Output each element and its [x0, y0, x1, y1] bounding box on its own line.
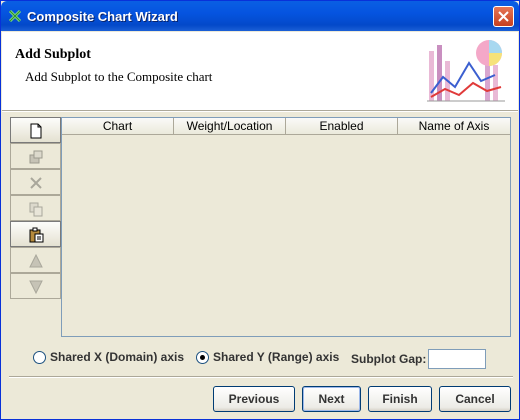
subplot-table[interactable]: Chart Weight/Location Enabled Name of Ax… [61, 117, 511, 337]
copy-button[interactable] [10, 195, 61, 221]
previous-button[interactable]: Previous [213, 386, 295, 412]
new-document-icon [30, 123, 42, 139]
column-header-enabled[interactable]: Enabled [286, 118, 398, 135]
header-separator [2, 110, 518, 112]
properties-button[interactable] [10, 143, 61, 169]
column-header-name-of-axis[interactable]: Name of Axis [398, 118, 510, 135]
copy-icon [29, 202, 43, 217]
cancel-button[interactable]: Cancel [439, 386, 511, 412]
paste-icon [29, 227, 44, 243]
finish-button[interactable]: Finish [368, 386, 432, 412]
shared-x-label: Shared X (Domain) axis [50, 350, 185, 364]
chart-logo-icon [425, 37, 507, 107]
delete-icon [30, 177, 42, 189]
page-title: Add Subplot [15, 47, 91, 62]
subplot-gap-label: Subplot Gap: [351, 352, 427, 366]
title-bar: Composite Chart Wizard [1, 1, 519, 31]
move-up-button[interactable] [10, 247, 61, 273]
delete-button[interactable] [10, 169, 61, 195]
axis-options: Shared X (Domain) axis Shared Y (Range) … [1, 346, 520, 370]
column-header-weight-location[interactable]: Weight/Location [174, 118, 286, 135]
column-header-chart[interactable]: Chart [62, 118, 174, 135]
properties-icon [29, 150, 43, 164]
wizard-icon [8, 9, 22, 23]
close-icon [498, 11, 509, 22]
shared-x-radio[interactable] [33, 351, 46, 364]
table-header: Chart Weight/Location Enabled Name of Ax… [62, 118, 510, 135]
subplot-gap-input[interactable] [428, 349, 486, 369]
shared-y-radio[interactable] [196, 351, 209, 364]
paste-button[interactable] [10, 221, 61, 247]
page-subtitle: Add Subplot to the Composite chart [25, 69, 213, 84]
composite-chart-wizard-window: Composite Chart Wizard Add Subplot Add S… [0, 0, 520, 420]
window-title: Composite Chart Wizard [27, 9, 178, 24]
wizard-header: Add Subplot Add Subplot to the Composite… [2, 32, 518, 110]
close-button[interactable] [493, 6, 514, 27]
move-up-icon [29, 253, 43, 268]
move-down-icon [29, 280, 43, 295]
footer-separator [9, 376, 513, 378]
add-subplot-button[interactable] [10, 117, 61, 143]
move-down-button[interactable] [10, 273, 61, 299]
shared-y-label: Shared Y (Range) axis [213, 350, 340, 364]
next-button[interactable]: Next [302, 386, 361, 412]
subplot-toolbar [10, 117, 61, 299]
